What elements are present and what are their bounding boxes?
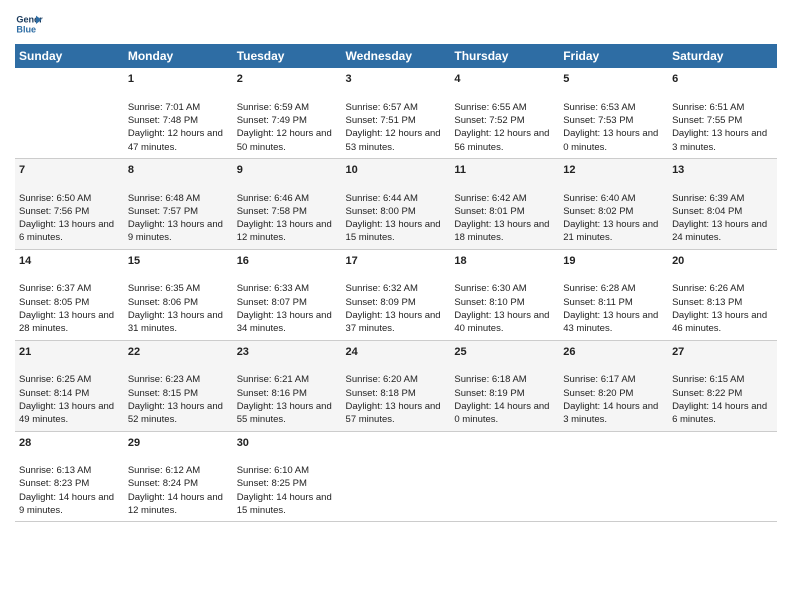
weekday-header-thursday: Thursday bbox=[450, 44, 559, 68]
logo: General Blue bbox=[15, 10, 43, 38]
day-number: 3 bbox=[346, 72, 447, 87]
calendar-cell-w1-d3: 10Sunrise: 6:44 AMSunset: 8:00 PMDayligh… bbox=[342, 158, 451, 249]
calendar-cell-w3-d5: 26Sunrise: 6:17 AMSunset: 8:20 PMDayligh… bbox=[559, 340, 668, 431]
day-number: 30 bbox=[237, 436, 338, 451]
day-number: 27 bbox=[672, 345, 773, 360]
day-number: 4 bbox=[454, 72, 555, 87]
day-number: 15 bbox=[128, 254, 229, 269]
day-number: 10 bbox=[346, 163, 447, 178]
day-number: 9 bbox=[237, 163, 338, 178]
calendar-week-1: 7Sunrise: 6:50 AMSunset: 7:56 PMDaylight… bbox=[15, 158, 777, 249]
day-number: 1 bbox=[128, 72, 229, 87]
calendar-cell-w3-d0: 21Sunrise: 6:25 AMSunset: 8:14 PMDayligh… bbox=[15, 340, 124, 431]
calendar-cell-w2-d5: 19Sunrise: 6:28 AMSunset: 8:11 PMDayligh… bbox=[559, 249, 668, 340]
calendar-cell-w0-d4: 4Sunrise: 6:55 AMSunset: 7:52 PMDaylight… bbox=[450, 68, 559, 158]
calendar-cell-w2-d6: 20Sunrise: 6:26 AMSunset: 8:13 PMDayligh… bbox=[668, 249, 777, 340]
day-number: 7 bbox=[19, 163, 120, 178]
weekday-header-wednesday: Wednesday bbox=[342, 44, 451, 68]
calendar-cell-w1-d0: 7Sunrise: 6:50 AMSunset: 7:56 PMDaylight… bbox=[15, 158, 124, 249]
weekday-header-friday: Friday bbox=[559, 44, 668, 68]
calendar-cell-w0-d2: 2Sunrise: 6:59 AMSunset: 7:49 PMDaylight… bbox=[233, 68, 342, 158]
calendar-cell-w3-d6: 27Sunrise: 6:15 AMSunset: 8:22 PMDayligh… bbox=[668, 340, 777, 431]
calendar-week-3: 21Sunrise: 6:25 AMSunset: 8:14 PMDayligh… bbox=[15, 340, 777, 431]
day-number: 14 bbox=[19, 254, 120, 269]
calendar-cell-w4-d2: 30Sunrise: 6:10 AMSunset: 8:25 PMDayligh… bbox=[233, 431, 342, 522]
day-number: 19 bbox=[563, 254, 664, 269]
weekday-header-saturday: Saturday bbox=[668, 44, 777, 68]
calendar-cell-w3-d2: 23Sunrise: 6:21 AMSunset: 8:16 PMDayligh… bbox=[233, 340, 342, 431]
calendar-week-4: 28Sunrise: 6:13 AMSunset: 8:23 PMDayligh… bbox=[15, 431, 777, 522]
day-number: 13 bbox=[672, 163, 773, 178]
calendar-week-0: 1Sunrise: 7:01 AMSunset: 7:48 PMDaylight… bbox=[15, 68, 777, 158]
day-number: 20 bbox=[672, 254, 773, 269]
day-number: 2 bbox=[237, 72, 338, 87]
calendar-cell-w0-d0 bbox=[15, 68, 124, 158]
day-number: 22 bbox=[128, 345, 229, 360]
calendar-cell-w2-d4: 18Sunrise: 6:30 AMSunset: 8:10 PMDayligh… bbox=[450, 249, 559, 340]
calendar-cell-w1-d2: 9Sunrise: 6:46 AMSunset: 7:58 PMDaylight… bbox=[233, 158, 342, 249]
svg-text:Blue: Blue bbox=[16, 24, 36, 34]
day-number: 5 bbox=[563, 72, 664, 87]
day-number: 8 bbox=[128, 163, 229, 178]
day-number: 11 bbox=[454, 163, 555, 178]
day-number: 21 bbox=[19, 345, 120, 360]
header: General Blue bbox=[15, 10, 777, 38]
calendar-cell-w4-d5 bbox=[559, 431, 668, 522]
day-number: 23 bbox=[237, 345, 338, 360]
calendar-cell-w3-d3: 24Sunrise: 6:20 AMSunset: 8:18 PMDayligh… bbox=[342, 340, 451, 431]
weekday-header-row: SundayMondayTuesdayWednesdayThursdayFrid… bbox=[15, 44, 777, 68]
calendar-cell-w1-d6: 13Sunrise: 6:39 AMSunset: 8:04 PMDayligh… bbox=[668, 158, 777, 249]
calendar-table: SundayMondayTuesdayWednesdayThursdayFrid… bbox=[15, 44, 777, 522]
calendar-cell-w0-d3: 3Sunrise: 6:57 AMSunset: 7:51 PMDaylight… bbox=[342, 68, 451, 158]
calendar-cell-w0-d6: 6Sunrise: 6:51 AMSunset: 7:55 PMDaylight… bbox=[668, 68, 777, 158]
calendar-cell-w4-d3 bbox=[342, 431, 451, 522]
calendar-cell-w4-d0: 28Sunrise: 6:13 AMSunset: 8:23 PMDayligh… bbox=[15, 431, 124, 522]
day-number: 18 bbox=[454, 254, 555, 269]
calendar-cell-w3-d1: 22Sunrise: 6:23 AMSunset: 8:15 PMDayligh… bbox=[124, 340, 233, 431]
day-number: 28 bbox=[19, 436, 120, 451]
logo-icon: General Blue bbox=[15, 10, 43, 38]
weekday-header-tuesday: Tuesday bbox=[233, 44, 342, 68]
weekday-header-monday: Monday bbox=[124, 44, 233, 68]
calendar-cell-w2-d3: 17Sunrise: 6:32 AMSunset: 8:09 PMDayligh… bbox=[342, 249, 451, 340]
calendar-cell-w0-d5: 5Sunrise: 6:53 AMSunset: 7:53 PMDaylight… bbox=[559, 68, 668, 158]
calendar-cell-w0-d1: 1Sunrise: 7:01 AMSunset: 7:48 PMDaylight… bbox=[124, 68, 233, 158]
calendar-cell-w2-d2: 16Sunrise: 6:33 AMSunset: 8:07 PMDayligh… bbox=[233, 249, 342, 340]
weekday-header-sunday: Sunday bbox=[15, 44, 124, 68]
calendar-cell-w2-d0: 14Sunrise: 6:37 AMSunset: 8:05 PMDayligh… bbox=[15, 249, 124, 340]
day-number: 6 bbox=[672, 72, 773, 87]
calendar-cell-w4-d4 bbox=[450, 431, 559, 522]
calendar-cell-w1-d1: 8Sunrise: 6:48 AMSunset: 7:57 PMDaylight… bbox=[124, 158, 233, 249]
day-number: 17 bbox=[346, 254, 447, 269]
calendar-week-2: 14Sunrise: 6:37 AMSunset: 8:05 PMDayligh… bbox=[15, 249, 777, 340]
calendar-cell-w2-d1: 15Sunrise: 6:35 AMSunset: 8:06 PMDayligh… bbox=[124, 249, 233, 340]
calendar-cell-w4-d6 bbox=[668, 431, 777, 522]
calendar-cell-w1-d5: 12Sunrise: 6:40 AMSunset: 8:02 PMDayligh… bbox=[559, 158, 668, 249]
calendar-cell-w1-d4: 11Sunrise: 6:42 AMSunset: 8:01 PMDayligh… bbox=[450, 158, 559, 249]
day-number: 29 bbox=[128, 436, 229, 451]
page-container: General Blue SundayMondayTuesdayWednesda… bbox=[0, 0, 792, 532]
day-number: 24 bbox=[346, 345, 447, 360]
calendar-cell-w4-d1: 29Sunrise: 6:12 AMSunset: 8:24 PMDayligh… bbox=[124, 431, 233, 522]
day-number: 25 bbox=[454, 345, 555, 360]
day-number: 16 bbox=[237, 254, 338, 269]
day-number: 26 bbox=[563, 345, 664, 360]
calendar-cell-w3-d4: 25Sunrise: 6:18 AMSunset: 8:19 PMDayligh… bbox=[450, 340, 559, 431]
day-number: 12 bbox=[563, 163, 664, 178]
